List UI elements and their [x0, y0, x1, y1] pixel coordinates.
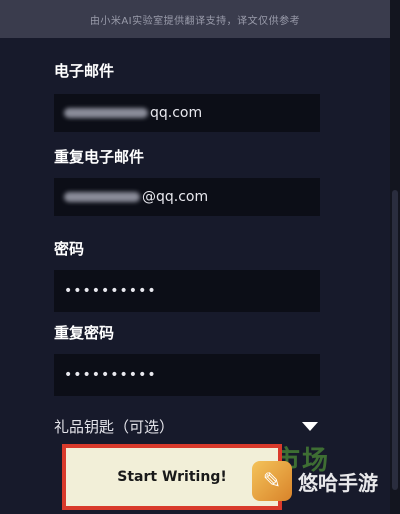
password-label: 密码: [54, 240, 85, 258]
scrollbar-thumb[interactable]: [392, 190, 398, 490]
start-writing-label: Start Writing!: [117, 469, 227, 485]
translation-banner: 由小米AI实验室提供翻译支持，译文仅供参考: [0, 0, 390, 38]
scrollbar-track[interactable]: [390, 0, 400, 514]
repeat-password-value: ••••••••••: [64, 367, 157, 383]
email-field[interactable]: qq.com: [54, 94, 320, 132]
email-value: qq.com: [64, 105, 202, 121]
repeat-email-field[interactable]: @qq.com: [54, 178, 320, 216]
watermark: ✎ 悠哈手游: [252, 448, 400, 514]
email-blurred-part: [64, 108, 148, 118]
repeat-password-field[interactable]: ••••••••••: [54, 354, 320, 396]
watermark-text: 悠哈手游: [298, 470, 378, 495]
repeat-email-value: @qq.com: [64, 189, 208, 205]
translation-banner-text: 由小米AI实验室提供翻译支持，译文仅供参考: [89, 15, 301, 27]
start-writing-button[interactable]: Start Writing!: [62, 444, 282, 510]
repeat-password-label: 重复密码: [54, 324, 115, 342]
password-value: ••••••••••: [64, 283, 157, 299]
password-field[interactable]: ••••••••••: [54, 270, 320, 312]
dropdown-triangle-icon[interactable]: [302, 422, 318, 431]
gift-key-label[interactable]: 礼品钥匙（可选）: [54, 416, 174, 437]
repeat-email-label: 重复电子邮件: [54, 148, 145, 166]
repeat-email-blurred-part: [64, 192, 140, 202]
watermark-logo-icon: ✎: [252, 461, 292, 501]
email-value-suffix: qq.com: [150, 105, 203, 121]
email-label: 电子邮件: [54, 62, 115, 80]
repeat-email-value-suffix: @qq.com: [142, 189, 209, 205]
